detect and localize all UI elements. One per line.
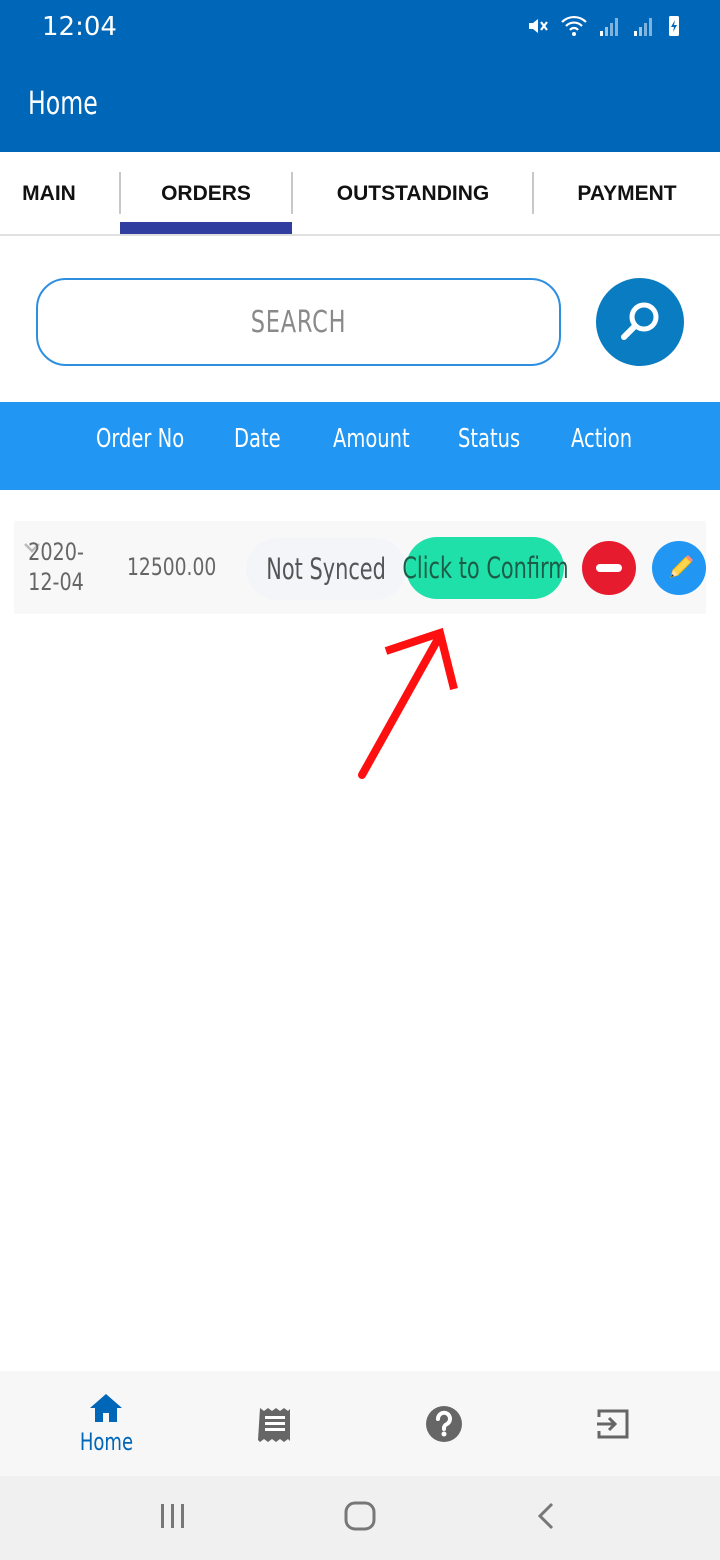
edit-button[interactable] xyxy=(652,541,706,595)
app-bar: 12:04 Home xyxy=(0,0,720,152)
nav-home-label: Home xyxy=(79,1427,133,1456)
header-status: Status xyxy=(458,424,521,454)
wifi-icon xyxy=(561,15,587,36)
status-icons xyxy=(526,14,682,38)
pencil-icon xyxy=(670,555,693,578)
minus-icon xyxy=(596,564,622,572)
back-icon[interactable] xyxy=(534,1496,560,1536)
table-header: Order No Date Amount Status Action xyxy=(0,402,720,490)
header-amount: Amount xyxy=(333,424,410,454)
search-button[interactable] xyxy=(596,278,684,366)
receipt-icon xyxy=(258,1407,290,1442)
recent-apps-icon[interactable] xyxy=(158,1496,188,1536)
confirm-button[interactable]: Click to Confirm xyxy=(402,537,568,599)
tab-main[interactable]: MAIN xyxy=(0,152,98,236)
battery-icon xyxy=(669,16,679,36)
search-box xyxy=(36,278,561,366)
nav-logout[interactable] xyxy=(553,1371,673,1476)
bottom-nav: Home xyxy=(0,1371,720,1476)
home-button-icon[interactable] xyxy=(342,1496,378,1536)
confirm-label: Click to Confirm xyxy=(401,551,569,585)
home-icon xyxy=(90,1393,122,1422)
tab-payment[interactable]: PAYMENT xyxy=(534,152,720,236)
mute-icon xyxy=(529,19,548,33)
app-title: Home xyxy=(28,84,98,122)
table-row[interactable]: 2020-12-04 12500.00 Not Synced Click to … xyxy=(14,521,706,614)
status-label: Not Synced xyxy=(266,552,386,586)
nav-orders[interactable] xyxy=(215,1371,335,1476)
search-input[interactable] xyxy=(103,280,494,364)
order-date: 2020-12-04 xyxy=(28,538,84,596)
signal-icon xyxy=(600,18,618,36)
status-badge: Not Synced xyxy=(246,538,406,600)
status-time: 12:04 xyxy=(42,12,117,42)
nav-help[interactable] xyxy=(384,1371,504,1476)
delete-button[interactable] xyxy=(582,541,636,595)
tab-active-indicator xyxy=(120,222,292,234)
order-amount: 12500.00 xyxy=(127,553,217,581)
header-action: Action xyxy=(571,424,633,454)
annotation-arrow xyxy=(358,627,458,779)
help-icon xyxy=(426,1405,462,1442)
tab-outstanding[interactable]: OUTSTANDING xyxy=(293,152,533,236)
signal-icon-2 xyxy=(634,18,652,36)
header-order-no: Order No xyxy=(96,424,185,454)
system-nav-bar xyxy=(0,1476,720,1560)
search-icon xyxy=(621,302,659,340)
logout-icon xyxy=(597,1409,629,1438)
tab-bar: MAIN ORDERS OUTSTANDING PAYMENT xyxy=(0,152,720,236)
header-date: Date xyxy=(234,424,281,454)
nav-home[interactable]: Home xyxy=(46,1371,166,1476)
